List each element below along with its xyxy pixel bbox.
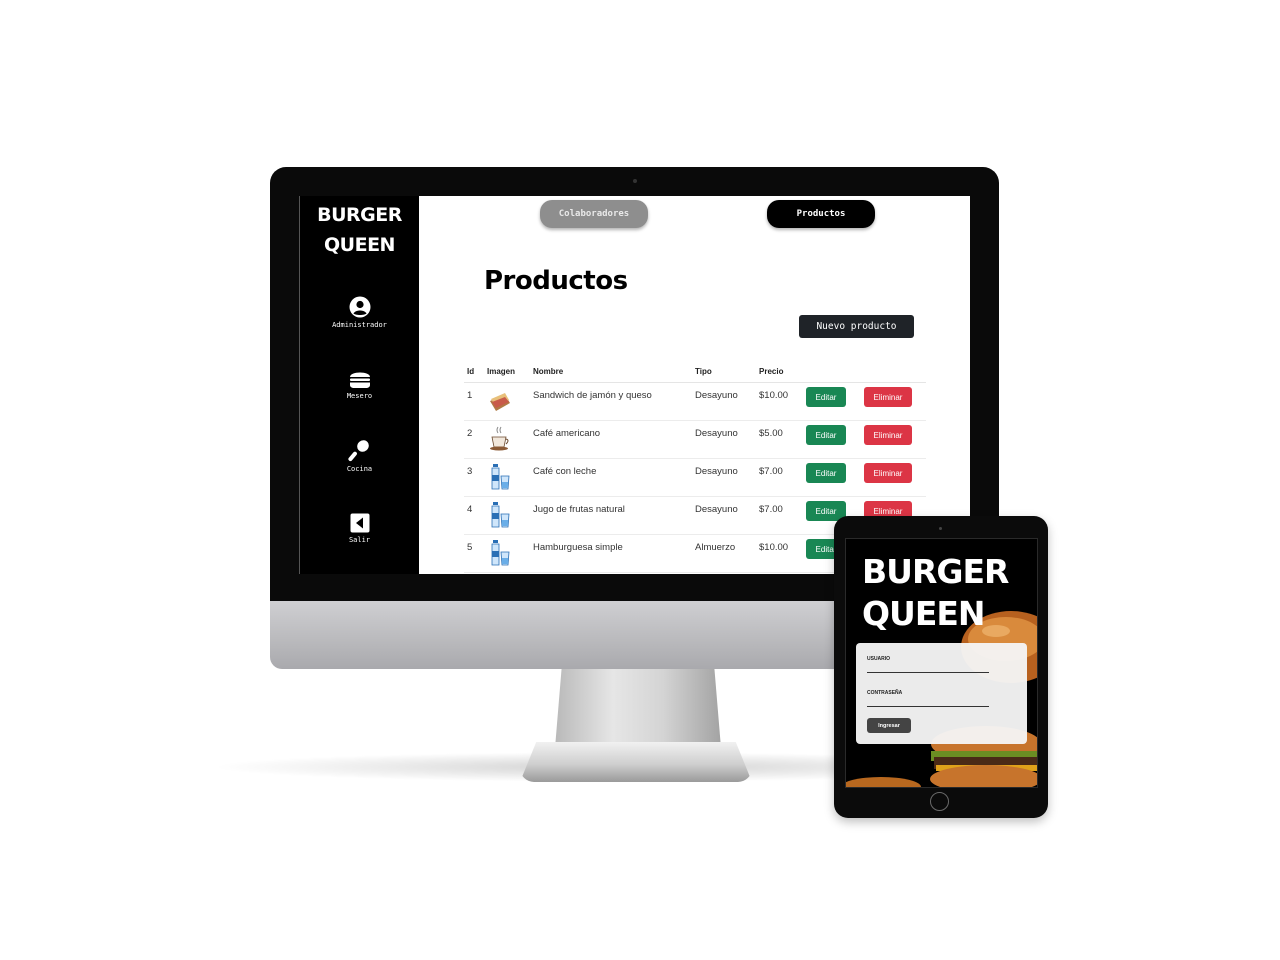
- username-label: USUARIO: [867, 656, 891, 662]
- row-tipo: Desayuno: [695, 390, 738, 401]
- row-id: 4: [467, 504, 473, 515]
- edit-button[interactable]: Editar: [806, 425, 846, 445]
- tablet-home-button: [930, 792, 949, 811]
- tablet-screen: BURGER QUEEN USUARIO CONTRASEÑA Ingresar: [845, 538, 1038, 788]
- logout-icon: [350, 513, 369, 533]
- sidebar-item-label: Mesero: [346, 392, 373, 400]
- row-tipo: Almuerzo: [695, 542, 736, 553]
- bottle-glass-icon: [491, 464, 510, 490]
- monitor-stand-foot: [520, 742, 752, 782]
- tablet-brand-line-2: QUEEN: [862, 594, 986, 633]
- login-card: USUARIO CONTRASEÑA Ingresar: [856, 643, 1027, 744]
- new-product-button[interactable]: Nuevo producto: [799, 315, 914, 338]
- bottle-glass-icon: [491, 540, 510, 566]
- row-id: 3: [467, 466, 473, 477]
- sidebar-item-label: Salir: [348, 536, 371, 544]
- delete-button[interactable]: Eliminar: [864, 425, 912, 445]
- user-circle-icon: [349, 296, 370, 318]
- row-id: 2: [467, 428, 473, 439]
- sidebar-item-administrador[interactable]: Administrador: [300, 296, 419, 329]
- login-button[interactable]: Ingresar: [867, 718, 911, 733]
- row-tipo: Desayuno: [695, 466, 738, 477]
- burger-icon: [349, 372, 370, 388]
- table-row: 2 Café americano Desayuno $5.00 Editar E…: [464, 421, 926, 459]
- table-header: Id Imagen Nombre Tipo Precio: [464, 361, 926, 383]
- edit-button[interactable]: Editar: [806, 387, 846, 407]
- delete-button[interactable]: Eliminar: [864, 463, 912, 483]
- row-name: Jugo de frutas natural: [533, 504, 625, 515]
- spatula-icon: [347, 440, 369, 462]
- header-imagen: Imagen: [487, 367, 516, 376]
- sidebar-item-mesero[interactable]: Mesero: [300, 369, 419, 400]
- password-input[interactable]: [867, 706, 989, 707]
- sidebar-item-label: Cocina: [346, 465, 373, 473]
- row-name: Hamburguesa simple: [533, 542, 623, 553]
- row-id: 5: [467, 542, 473, 553]
- row-tipo: Desayuno: [695, 428, 738, 439]
- brand-line-2: QUEEN: [324, 234, 395, 256]
- row-precio: $5.00: [759, 428, 783, 439]
- row-tipo: Desayuno: [695, 504, 738, 515]
- row-precio: $7.00: [759, 504, 783, 515]
- header-id: Id: [467, 367, 475, 376]
- sidebar: BURGER QUEEN Administrador Mesero Cocina…: [299, 196, 419, 574]
- tablet-brand-line-1: BURGER: [862, 552, 1009, 591]
- header-tipo: Tipo: [695, 367, 712, 376]
- row-name: Sandwich de jamón y queso: [533, 390, 652, 401]
- page-title: Productos: [484, 266, 628, 296]
- row-precio: $10.00: [759, 390, 789, 401]
- row-name: Café americano: [533, 428, 601, 439]
- tab-colaboradores[interactable]: Colaboradores: [540, 200, 648, 228]
- username-input[interactable]: [867, 672, 989, 673]
- row-name: Café con leche: [533, 466, 597, 477]
- tablet-camera: [939, 527, 942, 530]
- coffee-cup-icon: [490, 426, 509, 451]
- table-row: 3 Café con leche Desayuno $7.00 Editar E…: [464, 459, 926, 497]
- tab-productos[interactable]: Productos: [767, 200, 875, 228]
- sandwich-icon: [490, 393, 510, 411]
- monitor-stand-neck: [555, 668, 721, 748]
- table-row: 1 Sandwich de jamón y queso Desayuno $10…: [464, 383, 926, 421]
- brand-line-1: BURGER: [317, 204, 402, 226]
- header-precio: Precio: [759, 367, 784, 376]
- row-precio: $10.00: [759, 542, 789, 553]
- delete-button[interactable]: Eliminar: [864, 387, 912, 407]
- sidebar-item-salir[interactable]: Salir: [300, 513, 419, 544]
- monitor-camera: [633, 179, 637, 183]
- sidebar-item-label: Administrador: [332, 321, 387, 329]
- bottle-glass-icon: [491, 502, 510, 528]
- brand-logo: BURGER QUEEN: [317, 200, 402, 260]
- password-label: CONTRASEÑA: [867, 690, 903, 696]
- row-precio: $7.00: [759, 466, 783, 477]
- sidebar-item-cocina[interactable]: Cocina: [300, 438, 419, 473]
- header-nombre: Nombre: [533, 367, 564, 376]
- edit-button[interactable]: Editar: [806, 463, 846, 483]
- row-id: 1: [467, 390, 473, 401]
- tablet-brand-logo: BURGER QUEEN: [862, 551, 1009, 635]
